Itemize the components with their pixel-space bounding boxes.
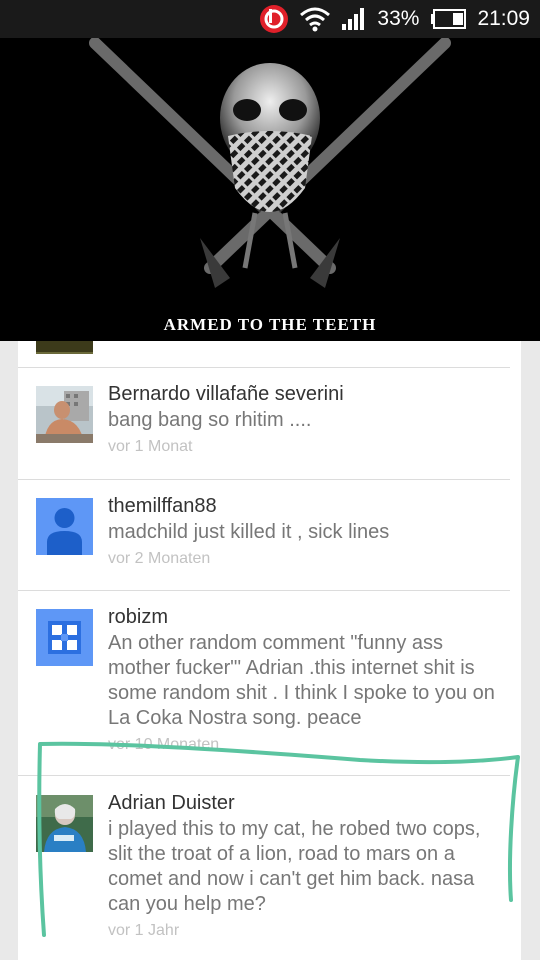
previous-comment-avatar[interactable] (36, 341, 93, 354)
comment-text: An other random comment "funny ass mothe… (108, 631, 518, 731)
wifi-icon (299, 6, 331, 32)
comment-author[interactable]: themilffan88 (108, 494, 518, 518)
comment-text: i played this to my cat, he robed two co… (108, 817, 518, 917)
avatar[interactable] (36, 386, 93, 443)
pattern-avatar-icon[interactable] (36, 609, 93, 666)
battery-icon (429, 9, 467, 29)
battery-percent: 33% (377, 7, 420, 30)
default-user-avatar-icon[interactable] (36, 498, 93, 555)
comment-text-line: mother fucker"' Adrian .this internet sh… (108, 657, 475, 679)
video-player[interactable]: ARMED TO THE TEETH (0, 38, 540, 341)
comment-text-line: An other random comment "funny ass (108, 632, 444, 654)
comment-text-line: can you help me? (108, 893, 266, 915)
comment-time: vor 1 Monat (108, 438, 193, 455)
comment-time: vor 1 Jahr (108, 922, 180, 939)
divider (18, 775, 510, 776)
divider (18, 479, 510, 480)
signal-icon (341, 7, 367, 31)
comment-author[interactable]: Adrian Duister (108, 791, 518, 815)
comment-text-line: comet and now i can't get him back. nasa (108, 868, 475, 890)
comment-text-line: i played this to my cat, he robed two co… (108, 818, 481, 840)
comment-author[interactable]: Bernardo villafañe severini (108, 382, 518, 406)
beats-icon (259, 4, 289, 34)
status-bar: 33% 21:09 (0, 0, 540, 38)
avatar[interactable] (36, 795, 93, 852)
comment-time: vor 2 Monaten (108, 550, 211, 567)
comment-text-line: slit the troat of a lion, road to mars o… (108, 843, 455, 865)
divider (18, 367, 510, 368)
comment-text-line: La Coka Nostra song. peace (108, 707, 362, 729)
comment-time: vor 10 Monaten (108, 736, 220, 753)
comment-text-line: some random shit . I think I spoke to yo… (108, 682, 495, 704)
video-artwork (89, 38, 451, 288)
divider (18, 590, 510, 591)
comment-text: madchild just killed it , sick lines (108, 521, 390, 543)
comment-text: bang bang so rhitim .... (108, 409, 312, 431)
comment-author[interactable]: robizm (108, 605, 518, 629)
clock: 21:09 (477, 7, 530, 30)
video-caption: ARMED TO THE TEETH (163, 315, 377, 334)
